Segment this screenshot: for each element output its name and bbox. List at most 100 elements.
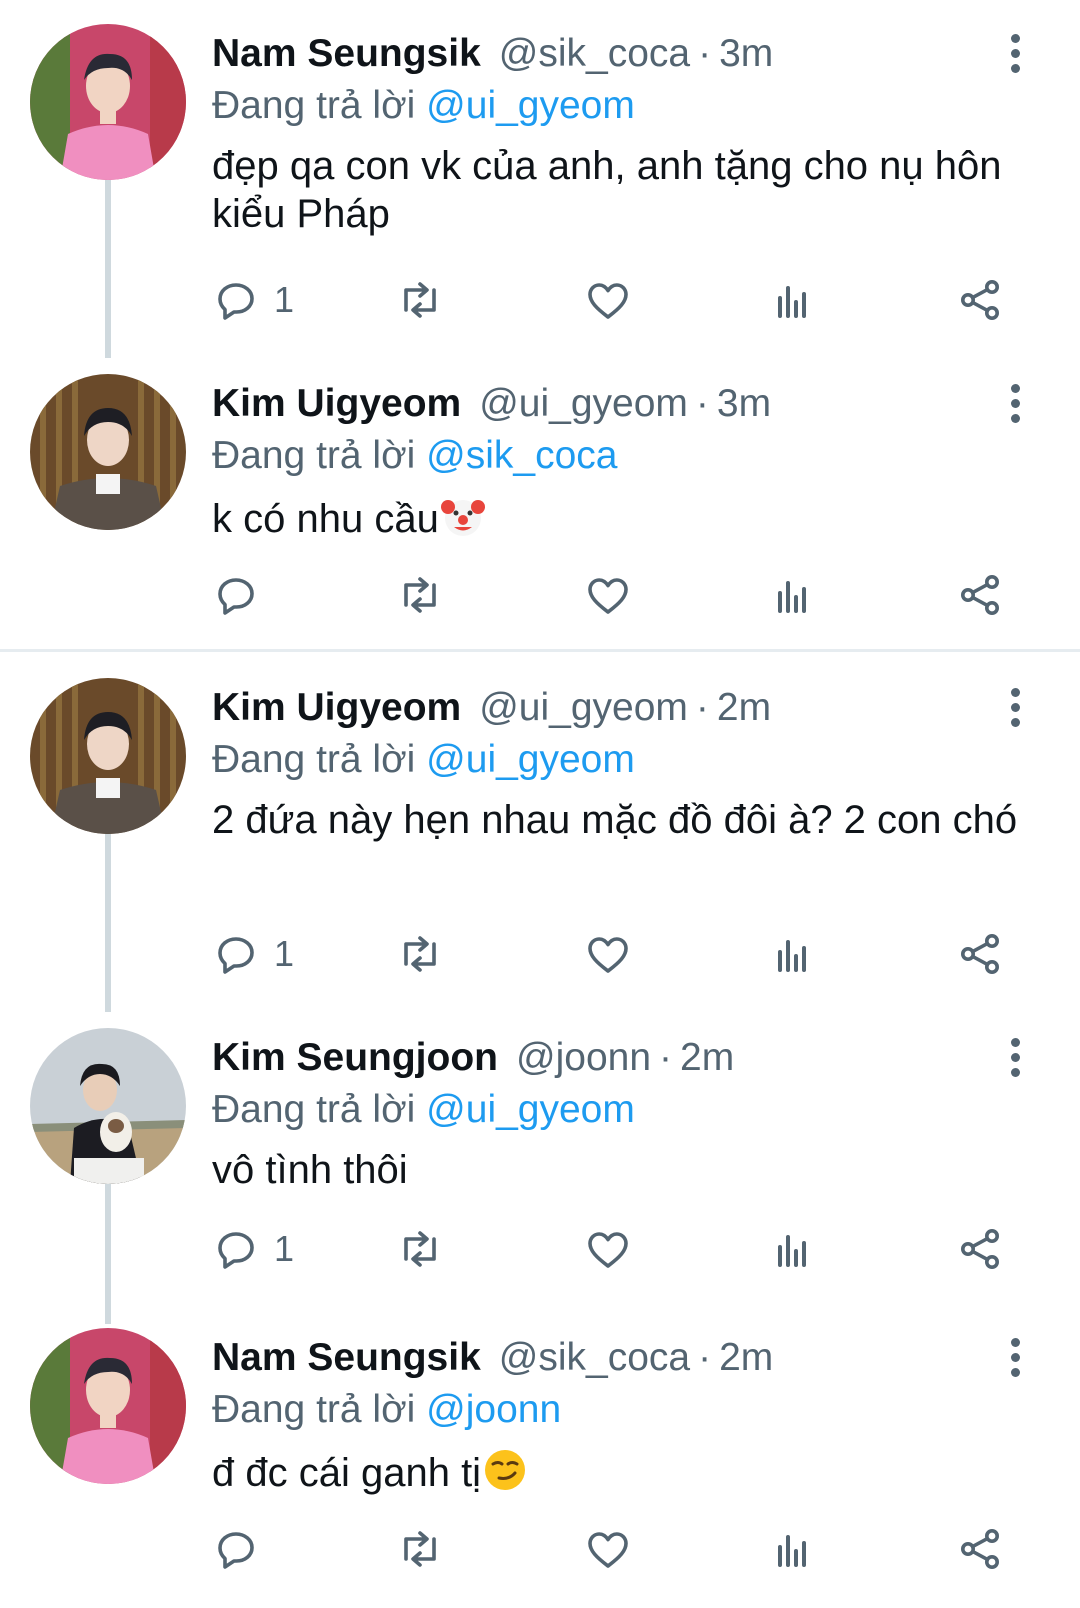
timestamp[interactable]: 2m <box>717 686 771 729</box>
separator-dot: · <box>659 1036 673 1079</box>
avatar[interactable] <box>30 24 186 180</box>
display-name[interactable]: Kim Uigyeom <box>212 686 461 729</box>
retweet-icon <box>404 1231 436 1267</box>
reply-button[interactable]: 1 <box>212 1219 294 1279</box>
tweet[interactable]: Kim Uigyeom @ui_gyeom · 3m Đang trả lời @si… <box>0 350 1080 645</box>
stats-icon <box>778 581 806 613</box>
retweet-button[interactable] <box>396 1519 444 1579</box>
share-icon <box>961 1529 999 1569</box>
display-name[interactable]: Nam Seungsik <box>212 1336 481 1379</box>
retweet-button[interactable] <box>396 565 444 625</box>
replying-to: Đang trả lời @joonn <box>212 1384 561 1436</box>
tweet-header: Nam Seungsik @sik_coca · 2m <box>212 1330 773 1386</box>
reply-icon <box>218 937 254 974</box>
share-button[interactable] <box>956 1219 1004 1279</box>
timestamp[interactable]: 3m <box>719 32 773 75</box>
retweet-icon <box>404 1531 436 1567</box>
display-name[interactable]: Kim Seungjoon <box>212 1036 498 1079</box>
separator-dot: · <box>695 686 709 729</box>
share-button[interactable] <box>956 924 1004 984</box>
like-button[interactable] <box>584 1219 632 1279</box>
tweet[interactable]: Nam Seungsik @sik_coca · 2m Đang trả lời @j… <box>0 1304 1080 1608</box>
tweet-actions: 1 <box>0 270 1080 330</box>
tweet-actions: 1 <box>0 924 1080 984</box>
reply-icon <box>218 1532 254 1569</box>
stats-button[interactable] <box>768 270 816 330</box>
reply-button[interactable]: 1 <box>212 924 294 984</box>
tweet-actions <box>0 565 1080 625</box>
retweet-icon <box>404 577 436 613</box>
tweet[interactable]: Kim Uigyeom @ui_gyeom · 2m Đang trả lời @ui… <box>0 654 1080 1012</box>
tweet-header: Kim Seungjoon @joonn · 2m <box>212 1030 734 1086</box>
display-name[interactable]: Kim Uigyeom <box>212 382 461 425</box>
thread-line <box>105 180 111 358</box>
tweet-header: Nam Seungsik @sik_coca · 3m <box>212 26 773 82</box>
replying-prefix: Đang trả lời <box>212 84 416 127</box>
like-button[interactable] <box>584 270 632 330</box>
share-button[interactable] <box>956 565 1004 625</box>
stats-button[interactable] <box>768 924 816 984</box>
mention-link[interactable]: @ui_gyeom <box>426 1088 635 1131</box>
timestamp[interactable]: 2m <box>680 1036 734 1079</box>
retweet-icon <box>404 936 436 972</box>
mention-link[interactable]: @ui_gyeom <box>426 738 635 781</box>
avatar[interactable] <box>30 1028 186 1184</box>
like-icon <box>588 937 628 973</box>
tweet[interactable]: Kim Seungjoon @joonn · 2m Đang trả lời @ui_… <box>0 1004 1080 1324</box>
share-button[interactable] <box>956 1519 1004 1579</box>
more-icon[interactable] <box>1000 684 1030 734</box>
display-name[interactable]: Nam Seungsik <box>212 32 481 75</box>
reply-button[interactable] <box>212 565 274 625</box>
retweet-button[interactable] <box>396 1219 444 1279</box>
mention-link[interactable]: @sik_coca <box>426 434 617 477</box>
like-button[interactable] <box>584 1519 632 1579</box>
stats-button[interactable] <box>768 565 816 625</box>
user-handle[interactable]: @ui_gyeom <box>479 686 688 729</box>
avatar[interactable] <box>30 1328 186 1484</box>
reply-button[interactable]: 1 <box>212 270 294 330</box>
user-handle[interactable]: @ui_gyeom <box>479 382 688 425</box>
stats-icon <box>778 940 806 972</box>
user-handle[interactable]: @joonn <box>516 1036 651 1079</box>
share-button[interactable] <box>956 270 1004 330</box>
thread-line <box>105 834 111 1012</box>
replying-to: Đang trả lời @ui_gyeom <box>212 1084 635 1136</box>
user-handle[interactable]: @sik_coca <box>499 32 690 75</box>
stats-button[interactable] <box>768 1519 816 1579</box>
like-icon <box>588 283 628 319</box>
tweet-text: đ đc cái ganh tị <box>212 1446 1032 1497</box>
more-icon[interactable] <box>1000 1334 1030 1384</box>
mention-link[interactable]: @joonn <box>426 1388 561 1431</box>
tweet-text-content: đ đc cái ganh tị <box>212 1451 482 1495</box>
tweet[interactable]: Nam Seungsik @sik_coca · 3m Đang trả lời @u… <box>0 0 1080 358</box>
more-icon[interactable] <box>1000 380 1030 430</box>
avatar[interactable] <box>30 678 186 834</box>
tweet-actions: 1 <box>0 1219 1080 1279</box>
more-icon[interactable] <box>1000 1034 1030 1084</box>
tweet-text-content: k có nhu cầu <box>212 497 439 541</box>
tweet-text: 2 đứa này hẹn nhau mặc đồ đôi à? 2 con c… <box>212 798 1018 842</box>
user-handle[interactable]: @sik_coca <box>499 1336 690 1379</box>
avatar[interactable] <box>30 374 186 530</box>
replying-to: Đang trả lời @ui_gyeom <box>212 80 635 132</box>
like-icon <box>588 1532 628 1568</box>
like-icon <box>588 578 628 614</box>
tweet-actions <box>0 1519 1080 1579</box>
reply-icon <box>218 1232 254 1269</box>
timestamp[interactable]: 3m <box>717 382 771 425</box>
stats-icon <box>778 286 806 318</box>
retweet-button[interactable] <box>396 924 444 984</box>
like-button[interactable] <box>584 565 632 625</box>
timestamp[interactable]: 2m <box>719 1336 773 1379</box>
replying-prefix: Đang trả lời <box>212 434 416 477</box>
tweet-feed: Nam Seungsik @sik_coca · 3m Đang trả lời @u… <box>0 0 1080 1608</box>
clown-face-emoji-icon <box>440 500 485 536</box>
like-button[interactable] <box>584 924 632 984</box>
mention-link[interactable]: @ui_gyeom <box>426 84 635 127</box>
stats-button[interactable] <box>768 1219 816 1279</box>
stats-icon <box>778 1235 806 1267</box>
retweet-button[interactable] <box>396 270 444 330</box>
reply-button[interactable] <box>212 1519 274 1579</box>
tweet-text: vô tình thôi <box>212 1148 408 1192</box>
more-icon[interactable] <box>1000 30 1030 80</box>
